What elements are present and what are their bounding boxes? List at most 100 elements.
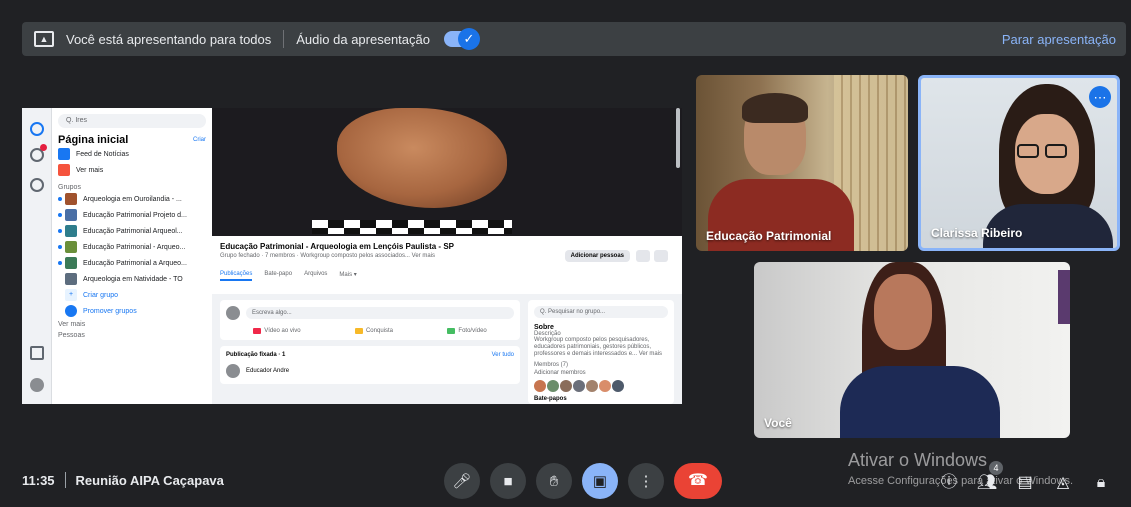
- page-scrollbar[interactable]: [676, 108, 680, 168]
- meeting-info: 11:35 Reunião AIPA Caçapava: [22, 472, 224, 488]
- tab-files[interactable]: Arquivos: [304, 271, 327, 281]
- create-group-link[interactable]: + Criar grupo: [58, 287, 206, 303]
- host-controls-icon[interactable]: 🔒︎: [1088, 470, 1114, 496]
- avatar[interactable]: [586, 379, 598, 392]
- more-options-icon[interactable]: ⋯: [1089, 86, 1111, 108]
- nav-item-see-more[interactable]: Ver mais: [58, 162, 206, 178]
- banner-divider: [283, 30, 285, 48]
- participant-tile-educacao[interactable]: Educação Patrimonial: [696, 75, 908, 251]
- add-members-input[interactable]: Adicionar membros: [534, 370, 668, 376]
- tab-posts[interactable]: Publicações: [220, 271, 253, 281]
- tab-more[interactable]: Mais ▾: [339, 271, 356, 281]
- live-video-button[interactable]: Vídeo ao vivo: [253, 328, 301, 334]
- add-people-button[interactable]: Adicionar pessoas: [564, 250, 630, 262]
- participant-tile-clarissa[interactable]: ⋯ Clarissa Ribeiro: [918, 75, 1120, 251]
- avatar[interactable]: [547, 379, 559, 392]
- pinned-header: Publicação fixada · 1 Ver tudo: [226, 352, 514, 358]
- stop-presenting-button[interactable]: Parar apresentação: [1002, 32, 1116, 47]
- action-label: Conquista: [365, 328, 393, 334]
- present-screen-icon[interactable]: ▣: [582, 463, 618, 499]
- avatar[interactable]: [534, 379, 546, 392]
- facebook-rail: [22, 108, 52, 404]
- people-heading: Pessoas: [58, 332, 85, 339]
- notification-badge: [40, 144, 47, 151]
- info-icon[interactable]: ⓘ: [936, 470, 962, 496]
- more-vert-icon[interactable]: ⋮: [628, 463, 664, 499]
- chat-icon[interactable]: ▤: [1012, 470, 1038, 496]
- people-icon[interactable]: 👥︎ 4: [974, 461, 1003, 496]
- meeting-name: Reunião AIPA Caçapava: [75, 472, 224, 488]
- chat-bubble-icon[interactable]: [30, 178, 44, 192]
- avatar[interactable]: [612, 379, 624, 392]
- mic-icon[interactable]: 🎤︎: [444, 463, 480, 499]
- nav-item-label: Ver mais: [76, 166, 104, 174]
- group-label: Educação Patrimonial - Arqueo...: [83, 243, 186, 251]
- presenting-text: Você está apresentando para todos: [66, 31, 272, 47]
- groups-heading: Grupos: [58, 184, 81, 191]
- group-item[interactable]: Educação Patrimonial a Arqueo...: [58, 255, 206, 271]
- pinned-card: Publicação fixada · 1 Ver tudo Educador …: [220, 346, 520, 384]
- audio-toggle[interactable]: ✓: [443, 28, 480, 50]
- achievement-icon: [354, 328, 363, 334]
- activities-icon[interactable]: ◬: [1050, 470, 1076, 496]
- participant-count-badge: 4: [989, 461, 1003, 475]
- group-label: Educação Patrimonial Arqueol...: [83, 227, 183, 235]
- photo-scale-bar: [312, 220, 512, 228]
- see-more-link[interactable]: Ver mais: [58, 319, 206, 330]
- avatar[interactable]: [599, 379, 611, 392]
- chat-label[interactable]: Bate-papos: [534, 396, 668, 402]
- nav-item-feed[interactable]: Feed de Notícias: [58, 146, 206, 162]
- avatar[interactable]: [560, 379, 572, 392]
- meeting-tools: ⓘ 👥︎ 4 ▤ ◬ 🔒︎: [936, 461, 1114, 496]
- group-item[interactable]: Educação Patrimonial Projeto d...: [58, 207, 206, 223]
- call-icon[interactable]: [636, 250, 650, 262]
- profile-avatar[interactable]: [30, 378, 44, 392]
- participant-video: [742, 93, 808, 123]
- video-icon[interactable]: [654, 250, 668, 262]
- about-column: Q. Pesquisar no grupo... Sobre Descrição…: [528, 300, 674, 404]
- nav-item-label: Feed de Notícias: [76, 150, 129, 158]
- avatar: [226, 364, 240, 378]
- pinned-see-all-link[interactable]: Ver tudo: [492, 352, 514, 358]
- members-label: Membros (7): [534, 361, 569, 368]
- group-tabs: Publicações Bate-papo Arquivos Mais ▾: [220, 271, 674, 281]
- artifact-photo: [337, 108, 507, 208]
- composer-row: Escreva algo...: [226, 306, 514, 320]
- sidebar-search-input[interactable]: Q. Ires: [58, 114, 206, 128]
- group-header: Educação Patrimonial - Arqueologia em Le…: [212, 236, 682, 294]
- group-item[interactable]: Arqueologia em Natividade - TO: [58, 271, 206, 287]
- meet-window: ▲ Você está apresentando para todos Áudi…: [0, 0, 1131, 507]
- raise-hand-icon[interactable]: ✋︎: [536, 463, 572, 499]
- home-header: Página inicial Criar: [58, 134, 206, 146]
- group-item[interactable]: Educação Patrimonial - Arqueo...: [58, 239, 206, 255]
- camera-icon[interactable]: ■: [490, 463, 526, 499]
- group-item[interactable]: Educação Patrimonial Arqueol...: [58, 223, 206, 239]
- call-controls: 🎤︎ ■ ✋︎ ▣ ⋮ ☎︎: [444, 463, 722, 499]
- group-label: Educação Patrimonial a Arqueo...: [83, 259, 187, 267]
- achievement-button[interactable]: Conquista: [354, 328, 393, 334]
- participant-name: Você: [764, 416, 792, 430]
- participant-tile-self[interactable]: Você: [754, 262, 1070, 438]
- photo-icon: [447, 328, 456, 334]
- photo-video-button[interactable]: Foto/vídeo: [447, 328, 487, 334]
- unread-dot: [58, 213, 62, 217]
- menu-icon[interactable]: [30, 346, 44, 360]
- tab-chat[interactable]: Bate-papo: [264, 271, 292, 281]
- group-item[interactable]: Arqueologia em Ouroilandia - ...: [58, 191, 206, 207]
- avatar: [226, 306, 240, 320]
- promote-groups-link[interactable]: Promover grupos: [58, 303, 206, 319]
- post-author[interactable]: Educador Andre: [246, 368, 289, 374]
- group-thumbnail: [65, 241, 77, 253]
- feed-column: Escreva algo... Vídeo ao vivo Conquista …: [220, 300, 520, 390]
- create-group-label: Criar grupo: [83, 291, 119, 299]
- group-label: Educação Patrimonial Projeto d...: [83, 211, 187, 219]
- end-call-icon[interactable]: ☎︎: [674, 463, 722, 499]
- glasses: [1045, 144, 1067, 158]
- group-search-input[interactable]: Q. Pesquisar no grupo...: [534, 306, 668, 318]
- create-button[interactable]: Criar: [193, 137, 206, 143]
- write-post-input[interactable]: Escreva algo...: [246, 307, 514, 319]
- avatar[interactable]: [573, 379, 585, 392]
- check-icon: ✓: [457, 28, 480, 50]
- presenting-banner: ▲ Você está apresentando para todos Áudi…: [22, 22, 1126, 56]
- workplace-logo-icon[interactable]: [30, 122, 44, 136]
